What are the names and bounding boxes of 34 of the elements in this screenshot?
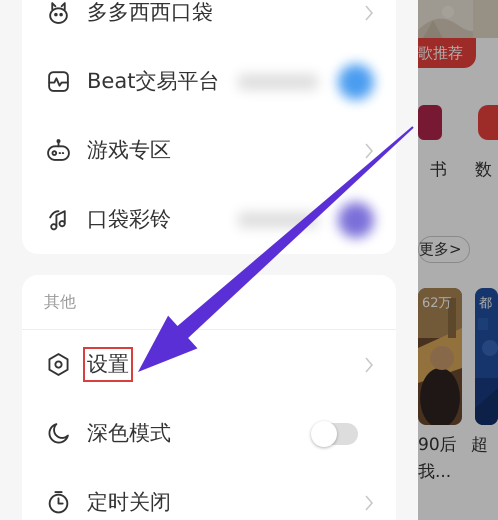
moon-icon [46, 421, 71, 446]
pulse-icon [46, 69, 71, 94]
menu-item[interactable]: 设置 [22, 330, 396, 399]
chevron-icon [364, 494, 374, 512]
item-label: Beat交易平台 [87, 68, 220, 95]
toggle-switch[interactable] [313, 422, 358, 444]
view-count: 都 [479, 294, 492, 312]
menu-item[interactable]: 深色模式 [22, 399, 396, 468]
settings-icon [46, 352, 71, 377]
chevron-icon [364, 356, 374, 374]
card-title: 90后 [418, 434, 458, 456]
chevron-icon [364, 142, 374, 160]
item-label: 设置 [87, 350, 129, 378]
card-subtitle: 我... [418, 461, 452, 484]
item-label: 口袋彩铃 [87, 206, 171, 233]
item-label: 定时关闭 [87, 488, 171, 516]
card-title: 超 [471, 434, 490, 456]
menu-item[interactable]: 多多西西口袋 [22, 0, 396, 47]
item-label: 游戏专区 [87, 136, 171, 164]
recommend-badge: 歌推荐 [418, 38, 476, 68]
shortcut-label: 数 [475, 159, 492, 182]
app-shortcut-icon[interactable] [418, 105, 442, 140]
gamepad-icon [46, 138, 71, 163]
view-count: 62万 [422, 294, 452, 312]
chevron-icon [364, 4, 374, 22]
item-label: 多多西西口袋 [87, 0, 213, 26]
timer-icon [46, 490, 71, 515]
menu-item[interactable]: 定时关闭 [22, 468, 396, 520]
menu-item[interactable]: Beat交易平台 [22, 47, 396, 116]
shortcut-label: 书 [430, 159, 447, 182]
menu-item[interactable]: 游戏专区 [22, 116, 396, 185]
more-button[interactable]: 更多> [418, 236, 470, 262]
app-shortcut-icon[interactable] [478, 105, 498, 140]
item-label: 深色模式 [87, 420, 171, 447]
